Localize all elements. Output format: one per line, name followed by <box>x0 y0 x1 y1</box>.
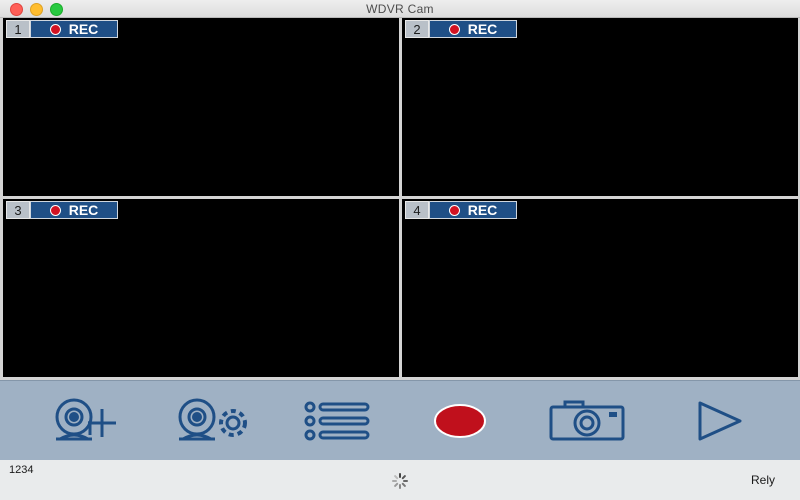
rec-dot-icon <box>49 23 61 35</box>
title-bar: WDVR Cam <box>0 0 800 18</box>
rec-label: REC <box>68 202 99 218</box>
record-button[interactable] <box>418 395 502 447</box>
status-text-right: Rely <box>750 473 775 487</box>
camera-number: 1 <box>6 20 30 38</box>
record-icon <box>434 404 486 438</box>
camera-view-2[interactable]: 2 REC <box>402 18 798 196</box>
rec-badge: REC <box>429 20 517 38</box>
rec-label: REC <box>467 21 498 37</box>
rec-label: REC <box>467 202 498 218</box>
status-text-left: 1234 <box>9 464 34 476</box>
rec-badge: REC <box>429 201 517 219</box>
play-button[interactable] <box>678 395 762 447</box>
app-window: WDVR Cam 1 REC 2 REC 3 REC 4 REC 1234 Re… <box>0 0 800 500</box>
loading-spinner-icon <box>392 473 408 489</box>
rec-dot-icon <box>448 204 460 216</box>
camera-settings-icon <box>178 398 247 441</box>
list-icon <box>304 401 370 441</box>
camera-view-1[interactable]: 1 REC <box>3 18 399 196</box>
snapshot-icon <box>549 400 625 441</box>
window-title: WDVR Cam <box>366 2 434 16</box>
snapshot-button[interactable] <box>545 395 629 447</box>
rec-badge: REC <box>30 20 118 38</box>
camera-label: 2 REC <box>405 20 517 38</box>
camera-grid: 1 REC 2 REC 3 REC 4 REC <box>0 18 800 380</box>
camera-label: 4 REC <box>405 201 517 219</box>
camera-view-3[interactable]: 3 REC <box>3 199 399 377</box>
list-button[interactable] <box>296 395 380 447</box>
rec-label: REC <box>68 21 99 37</box>
camera-number: 4 <box>405 201 429 219</box>
toolbar <box>0 380 800 461</box>
add-camera-button[interactable] <box>48 395 132 447</box>
camera-label: 3 REC <box>6 201 118 219</box>
rec-dot-icon <box>49 204 61 216</box>
rec-badge: REC <box>30 201 118 219</box>
camera-number: 3 <box>6 201 30 219</box>
rec-dot-icon <box>448 23 460 35</box>
camera-settings-button[interactable] <box>173 395 257 447</box>
camera-label: 1 REC <box>6 20 118 38</box>
camera-view-4[interactable]: 4 REC <box>402 199 798 377</box>
play-icon <box>698 401 742 441</box>
status-bar: 1234 Rely <box>0 460 800 500</box>
add-camera-icon <box>55 398 116 441</box>
camera-number: 2 <box>405 20 429 38</box>
